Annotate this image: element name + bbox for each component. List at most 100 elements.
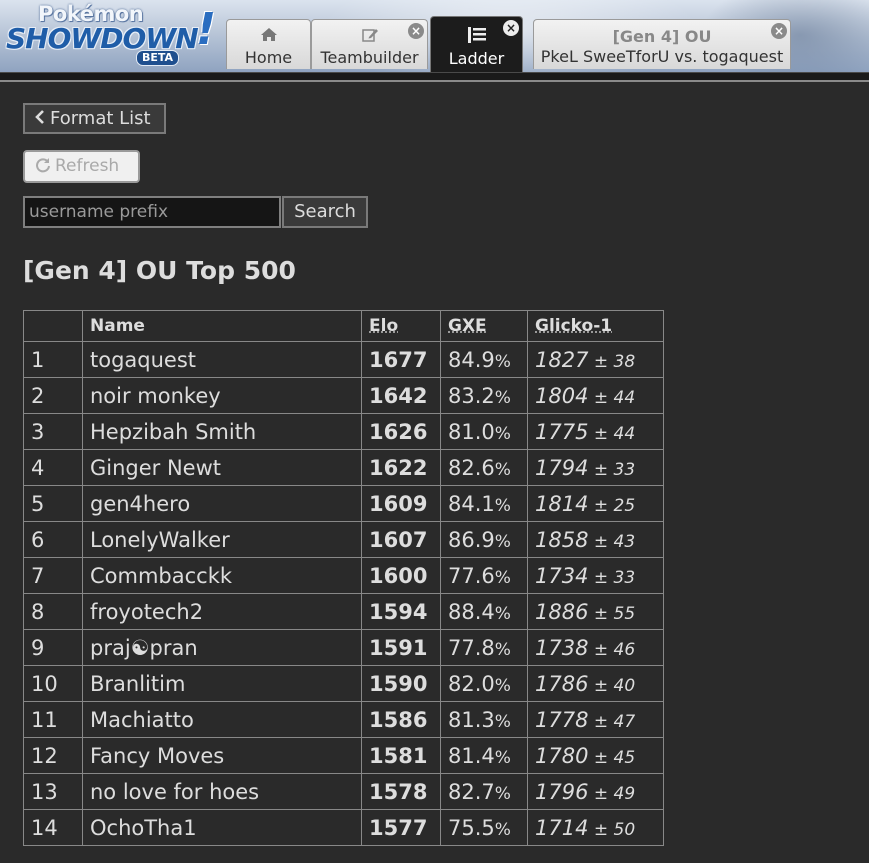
gxe-cell: 82.7%: [440, 773, 528, 810]
percent-sign: %: [494, 783, 511, 804]
glicko-deviation: ± 33: [588, 459, 636, 480]
glicko-cell: 1734 ± 33: [527, 557, 664, 594]
player-name-link[interactable]: Branlitim: [82, 665, 362, 702]
glicko-deviation: ± 47: [588, 711, 636, 732]
player-name-link[interactable]: Ginger Newt: [82, 449, 362, 486]
glicko-cell: 1775 ± 44: [527, 413, 664, 450]
gxe-cell: 77.8%: [440, 629, 528, 666]
glicko-deviation: ± 40: [588, 675, 636, 696]
refresh-button[interactable]: Refresh: [23, 150, 140, 183]
glicko-value: 1738: [535, 635, 589, 660]
percent-sign: %: [494, 639, 511, 660]
rank-cell: 7: [23, 557, 83, 594]
gxe-cell: 77.6%: [440, 557, 528, 594]
glicko-value: 1778: [535, 707, 589, 732]
rank-cell: 3: [23, 413, 83, 450]
gxe-cell: 84.9%: [440, 341, 528, 378]
glicko-deviation-value: 55: [613, 603, 636, 624]
glicko-deviation: ± 33: [588, 567, 636, 588]
search-button[interactable]: Search: [282, 196, 368, 228]
table-row: 3 Hepzibah Smith 1626 81.0% 1775 ± 44: [23, 413, 664, 450]
header-elo: Elo: [361, 310, 441, 342]
percent-sign: %: [494, 495, 511, 516]
percent-sign: %: [494, 603, 511, 624]
showdown-logo[interactable]: Pokémon SHOWDOWN ! BETA: [4, 2, 224, 68]
gxe-value: 84.9: [448, 347, 495, 372]
glicko-value: 1804: [535, 383, 589, 408]
rank-cell: 4: [23, 449, 83, 486]
glicko-deviation: ± 55: [588, 603, 636, 624]
percent-sign: %: [494, 387, 511, 408]
tab-battle-label: PkeL SweeTforU vs. togaquest: [540, 47, 784, 66]
tab-home-label: Home: [244, 48, 293, 67]
elo-cell: 1577: [361, 809, 441, 846]
glicko-deviation-value: 46: [613, 639, 636, 660]
glicko-value: 1858: [535, 527, 589, 552]
close-icon[interactable]: ×: [503, 20, 519, 36]
table-row: 11 Machiatto 1586 81.3% 1778 ± 47: [23, 701, 664, 738]
table-row: 7 Commbacckk 1600 77.6% 1734 ± 33: [23, 557, 664, 594]
player-name-link[interactable]: no love for hoes: [82, 773, 362, 810]
rank-cell: 10: [23, 665, 83, 702]
player-name-link[interactable]: Hepzibah Smith: [82, 413, 362, 450]
gxe-cell: 86.9%: [440, 521, 528, 558]
table-header-row: Name Elo GXE Glicko-1: [23, 310, 664, 342]
glicko-value: 1714: [535, 815, 589, 840]
player-name-link[interactable]: gen4hero: [82, 485, 362, 522]
table-row: 6 LonelyWalker 1607 86.9% 1858 ± 43: [23, 521, 664, 558]
player-name-link[interactable]: Commbacckk: [82, 557, 362, 594]
tab-battle[interactable]: [Gen 4] OU PkeL SweeTforU vs. togaquest …: [533, 19, 791, 69]
table-row: 8 froyotech2 1594 88.4% 1886 ± 55: [23, 593, 664, 630]
percent-sign: %: [494, 423, 511, 444]
rank-cell: 2: [23, 377, 83, 414]
player-name-link[interactable]: Fancy Moves: [82, 737, 362, 774]
username-search-input[interactable]: username prefix: [23, 196, 281, 228]
glicko-cell: 1804 ± 44: [527, 377, 664, 414]
glicko-deviation: ± 43: [588, 531, 636, 552]
glicko-cell: 1858 ± 43: [527, 521, 664, 558]
close-icon[interactable]: ×: [408, 23, 424, 39]
header-glicko: Glicko-1: [527, 310, 664, 342]
format-list-button[interactable]: Format List: [23, 103, 166, 134]
percent-sign: %: [494, 675, 511, 696]
close-icon[interactable]: ×: [771, 23, 787, 39]
percent-sign: %: [494, 351, 511, 372]
player-name-link[interactable]: Machiatto: [82, 701, 362, 738]
rank-cell: 6: [23, 521, 83, 558]
gxe-value: 77.8: [448, 635, 495, 660]
gxe-value: 81.0: [448, 419, 495, 444]
glicko-value: 1786: [535, 671, 589, 696]
glicko-cell: 1794 ± 33: [527, 449, 664, 486]
player-name-link[interactable]: froyotech2: [82, 593, 362, 630]
tab-teambuilder[interactable]: Teambuilder ×: [311, 19, 428, 69]
glicko-deviation-value: 33: [613, 459, 636, 480]
glicko-value: 1780: [535, 743, 589, 768]
glicko-deviation-value: 49: [613, 783, 636, 804]
refresh-icon: [35, 154, 51, 183]
glicko-deviation: ± 50: [588, 819, 636, 840]
table-row: 12 Fancy Moves 1581 81.4% 1780 ± 45: [23, 737, 664, 774]
tab-ladder[interactable]: Ladder ×: [430, 16, 523, 72]
top-header: Pokémon SHOWDOWN ! BETA Home Teambuilder…: [0, 0, 869, 72]
glicko-deviation-value: 50: [613, 819, 636, 840]
tab-teambuilder-label: Teambuilder: [320, 48, 419, 67]
elo-cell: 1677: [361, 341, 441, 378]
glicko-deviation-value: 44: [613, 423, 636, 444]
gxe-value: 82.6: [448, 455, 495, 480]
player-name-link[interactable]: noir monkey: [82, 377, 362, 414]
player-name-link[interactable]: LonelyWalker: [82, 521, 362, 558]
player-name-link[interactable]: togaquest: [82, 341, 362, 378]
glicko-deviation: ± 49: [588, 783, 636, 804]
percent-sign: %: [494, 567, 511, 588]
percent-sign: %: [494, 531, 511, 552]
elo-cell: 1594: [361, 593, 441, 630]
gxe-value: 81.3: [448, 707, 495, 732]
glicko-deviation: ± 45: [588, 747, 636, 768]
tab-home[interactable]: Home: [226, 19, 311, 69]
rank-cell: 5: [23, 485, 83, 522]
player-name-link[interactable]: praj☯pran: [82, 629, 362, 666]
player-name-link[interactable]: OchoTha1: [82, 809, 362, 846]
rank-cell: 1: [23, 341, 83, 378]
elo-cell: 1600: [361, 557, 441, 594]
glicko-deviation-value: 45: [613, 747, 636, 768]
